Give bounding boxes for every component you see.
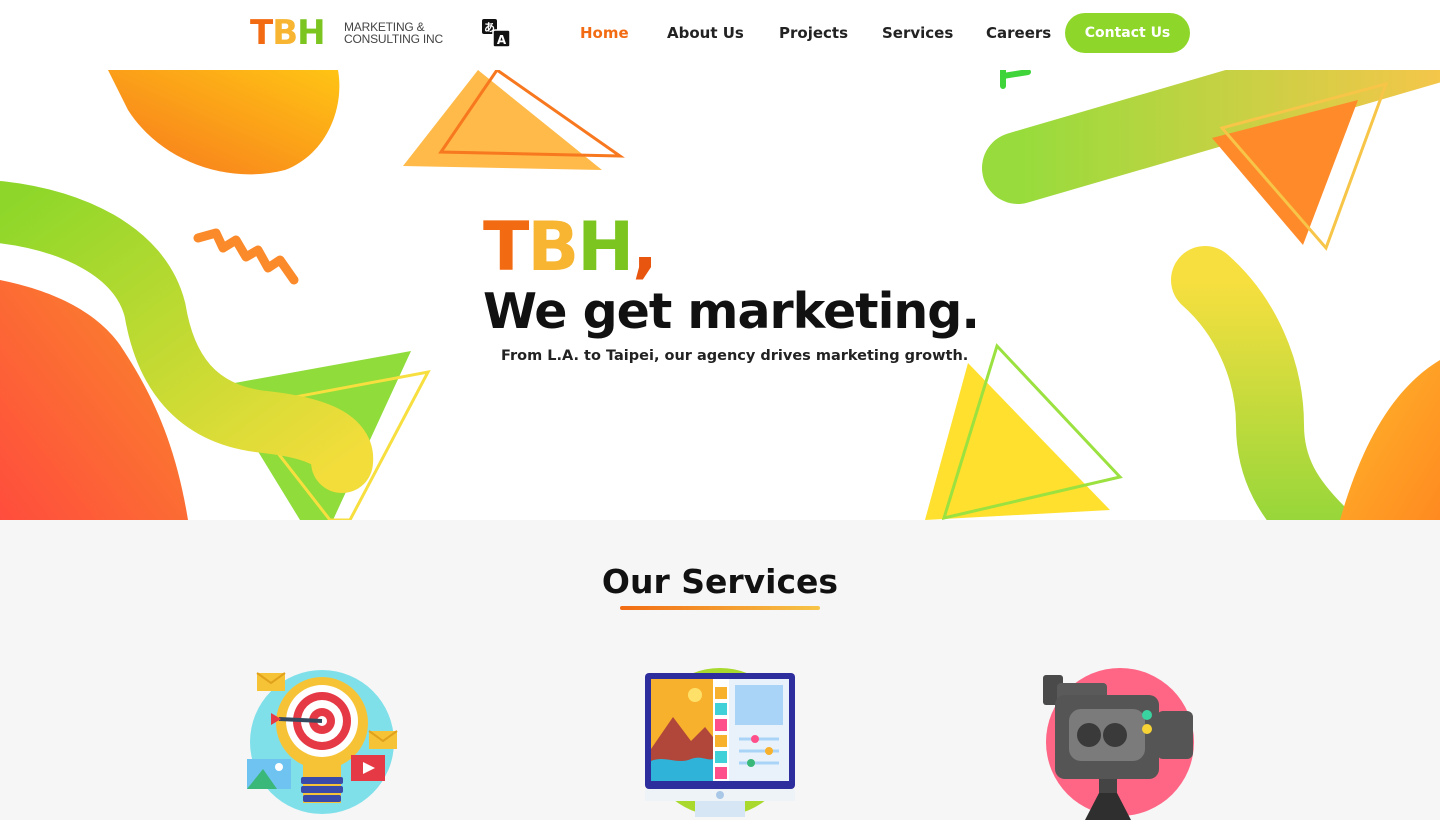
hero-brand-b: B — [527, 208, 579, 287]
hero-section: TBH, We get marketing. From L.A. to Taip… — [0, 70, 1440, 520]
hero-text-block: TBH, We get marketing. From L.A. to Taip… — [483, 212, 1003, 365]
nav-home[interactable]: Home — [580, 24, 629, 42]
hero-brand-comma: , — [632, 208, 658, 287]
nav-services[interactable]: Services — [882, 24, 953, 42]
nav-careers[interactable]: Careers — [986, 24, 1051, 42]
hero-headline: We get marketing. — [483, 283, 980, 340]
svg-text:A: A — [497, 33, 507, 47]
translate-icon[interactable]: あ A — [482, 19, 511, 48]
logo-subtitle-line2: CONSULTING INC — [344, 32, 443, 46]
contact-us-button[interactable]: Contact Us — [1065, 13, 1190, 53]
hero-brand-h: H — [577, 208, 634, 287]
services-title: Our Services — [601, 562, 839, 601]
nav-about-us[interactable]: About Us — [667, 24, 744, 42]
services-section: Our Services — [0, 520, 1440, 820]
tbh-logo[interactable]: TBH MARKETING & CONSULTING INC — [250, 13, 450, 53]
orange-corner-blob-shape — [1340, 360, 1440, 520]
video-production-icon[interactable] — [1043, 665, 1198, 820]
logo-subtitle: MARKETING & CONSULTING INC — [344, 21, 443, 45]
logo-letter-h: H — [297, 13, 325, 53]
logo-letter-b: B — [272, 13, 298, 53]
zigzag-shape — [193, 228, 299, 285]
nav-projects[interactable]: Projects — [779, 24, 848, 42]
hero-brand: TBH, — [483, 212, 1003, 286]
logo-mark: TBH — [250, 13, 326, 53]
yellow-wave-shape — [1171, 246, 1353, 520]
logo-letter-t: T — [250, 13, 273, 53]
web-design-icon[interactable] — [643, 665, 798, 820]
green-check-shape — [1000, 70, 1031, 89]
marketing-strategy-icon[interactable] — [245, 665, 400, 820]
yellow-bottom-triangle-shape — [925, 363, 1110, 520]
site-header: TBH MARKETING & CONSULTING INC あ A Home … — [0, 0, 1440, 70]
hero-brand-t: T — [483, 208, 529, 287]
orange-blob-shape — [108, 70, 340, 175]
title-underline — [620, 606, 820, 610]
hero-tagline: From L.A. to Taipei, our agency drives m… — [501, 348, 969, 364]
